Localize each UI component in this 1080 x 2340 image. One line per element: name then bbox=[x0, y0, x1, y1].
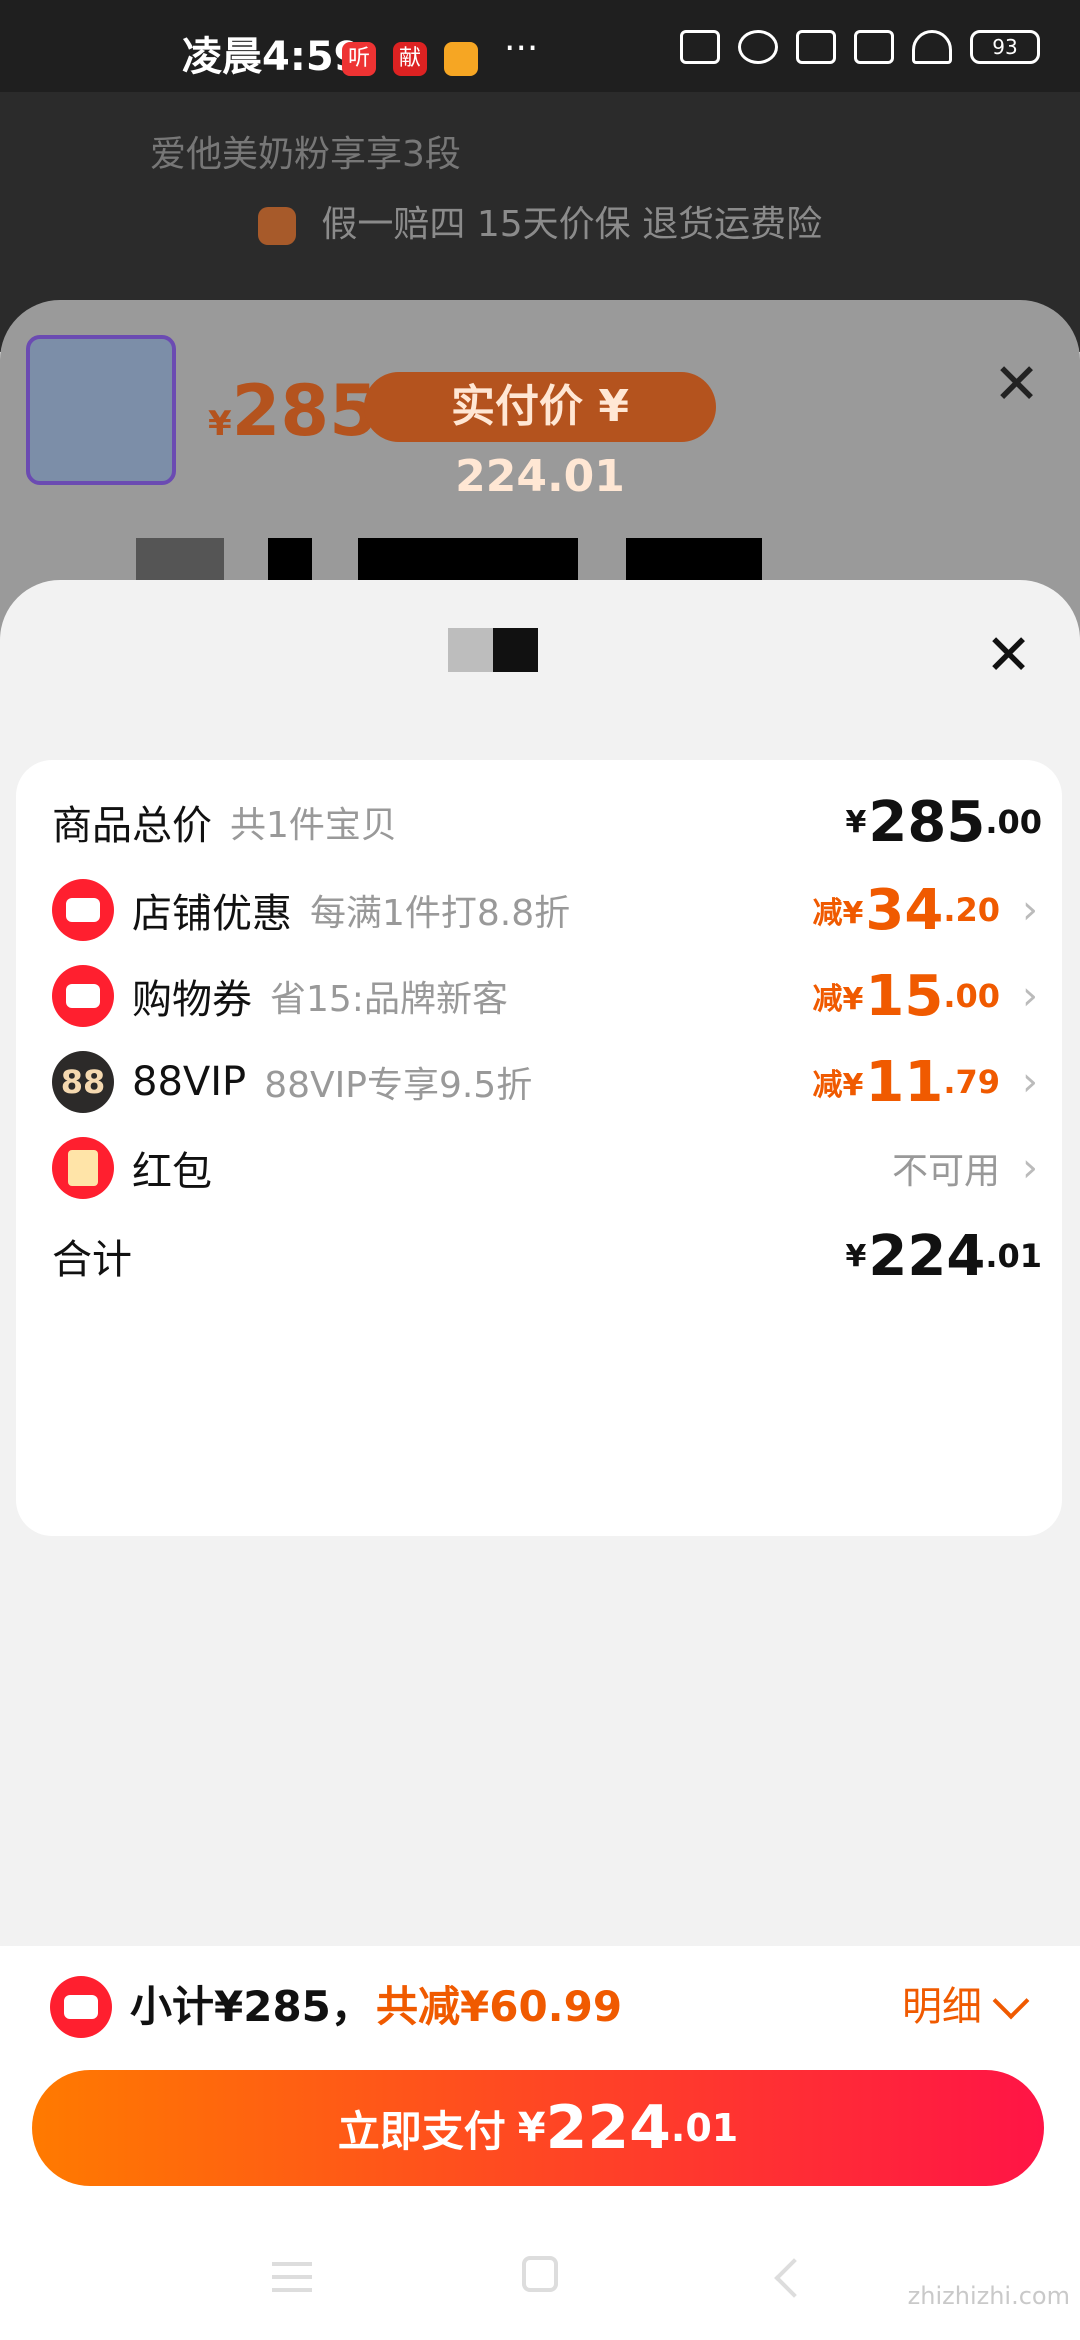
row-label: 店铺优惠 bbox=[132, 891, 292, 937]
signal-icon bbox=[796, 30, 836, 64]
sheet-title-redacted bbox=[448, 628, 538, 672]
assurance-strip: 假一赔四 15天价保 退货运费险 bbox=[0, 200, 1080, 250]
mute-icon bbox=[680, 30, 720, 64]
row-desc: 省15:品牌新客 bbox=[270, 979, 508, 1020]
price-breakdown-card: 商品总价 共1件宝贝 ¥285.00 店铺优惠 每满1件打8.8折 减¥ 34.2… bbox=[16, 760, 1062, 1536]
more-notifications: ··· bbox=[504, 28, 539, 69]
vip-discount-row[interactable]: 88 88VIP 88VIP专享9.5折 减¥ 11.79 › bbox=[52, 1042, 1042, 1122]
pay-decimal: .01 bbox=[670, 2106, 739, 2150]
row-desc: 共1件宝贝 bbox=[230, 805, 397, 846]
goods-total-value: ¥285.00 bbox=[845, 789, 1042, 855]
home-icon[interactable] bbox=[522, 2256, 558, 2292]
total-row: 合计 ¥224.01 bbox=[52, 1216, 1042, 1296]
row-label: 合计 bbox=[52, 1237, 132, 1283]
vip-88-icon: 88 bbox=[52, 1051, 114, 1113]
row-label: 购物券 bbox=[132, 977, 252, 1023]
coupon-value: 减¥ 15.00 › bbox=[813, 964, 1043, 1029]
pay-amount: 224 bbox=[545, 2093, 671, 2163]
subtotal-text: 小计¥285， bbox=[130, 1982, 373, 2031]
total-value: ¥224.01 bbox=[845, 1223, 1042, 1289]
app-notification-icon: 听 bbox=[342, 42, 376, 76]
detail-toggle-button[interactable]: 明细 bbox=[902, 1976, 1030, 2038]
status-time: 凌晨4:59 bbox=[182, 34, 362, 80]
close-icon: ✕ bbox=[993, 352, 1040, 417]
vip-discount-value: 减¥ 11.79 › bbox=[813, 1050, 1043, 1115]
watermark: zhizhizhi.com bbox=[907, 2282, 1070, 2310]
checkout-bar: 小计¥285， 共减¥60.99 明细 立即支付 ¥ 224 .01 bbox=[0, 1946, 1080, 2212]
alarm-icon bbox=[738, 30, 778, 64]
red-packet-icon bbox=[52, 1137, 114, 1199]
product-price: ¥285 bbox=[208, 370, 378, 452]
row-label: 商品总价 bbox=[52, 803, 212, 849]
battery-icon: 93 bbox=[970, 30, 1040, 64]
signal-icon bbox=[854, 30, 894, 64]
app-notification-icon bbox=[444, 42, 478, 76]
store-discount-row[interactable]: 店铺优惠 每满1件打8.8折 减¥ 34.20 › bbox=[52, 870, 1042, 950]
menu-icon[interactable] bbox=[272, 2262, 312, 2292]
chevron-right-icon: › bbox=[1022, 1145, 1038, 1191]
product-thumbnail bbox=[26, 335, 176, 485]
system-nav-bar bbox=[0, 2212, 1080, 2340]
back-icon[interactable] bbox=[774, 2258, 814, 2298]
store-discount-value: 减¥ 34.20 › bbox=[813, 878, 1043, 943]
shield-icon bbox=[257, 207, 296, 245]
row-label: 88VIP bbox=[132, 1059, 247, 1105]
chevron-down-icon bbox=[992, 1982, 1030, 2020]
red-packet-row[interactable]: 红包 不可用 › bbox=[52, 1128, 1042, 1208]
assurance-text: 假一赔四 15天价保 退货运费险 bbox=[321, 204, 823, 245]
chevron-right-icon: › bbox=[1022, 973, 1038, 1019]
detail-label: 明细 bbox=[902, 1984, 982, 2030]
chevron-right-icon: › bbox=[1022, 1059, 1038, 1105]
chevron-right-icon: › bbox=[1022, 887, 1038, 933]
goods-total-row: 商品总价 共1件宝贝 ¥285.00 bbox=[52, 782, 1042, 862]
status-bar: 凌晨4:59 听 献 ··· 93 bbox=[0, 0, 1080, 92]
red-packet-status: 不可用 › bbox=[892, 1142, 1042, 1194]
coupon-icon bbox=[50, 1976, 112, 2038]
store-icon bbox=[52, 879, 114, 941]
coupon-icon bbox=[52, 965, 114, 1027]
coupon-row[interactable]: 购物券 省15:品牌新客 减¥ 15.00 › bbox=[52, 956, 1042, 1036]
total-reduce-text: 共减¥60.99 bbox=[376, 1982, 623, 2031]
pay-now-button[interactable]: 立即支付 ¥ 224 .01 bbox=[32, 2070, 1044, 2186]
search-bar: 爱他美奶粉享享3段 bbox=[60, 110, 1020, 200]
close-icon[interactable]: ✕ bbox=[985, 628, 1032, 684]
pay-price-badge: 实付价 ¥ 224.01 bbox=[364, 372, 716, 502]
search-text: 爱他美奶粉享享3段 bbox=[150, 134, 461, 175]
row-label: 红包 bbox=[132, 1149, 212, 1195]
app-notification-icon: 献 bbox=[393, 42, 427, 76]
wifi-icon bbox=[912, 30, 952, 64]
pay-yen: ¥ bbox=[517, 2105, 546, 2151]
row-desc: 每满1件打8.8折 bbox=[310, 893, 571, 934]
row-desc: 88VIP专享9.5折 bbox=[264, 1065, 533, 1106]
pay-label: 立即支付 bbox=[337, 2106, 506, 2156]
